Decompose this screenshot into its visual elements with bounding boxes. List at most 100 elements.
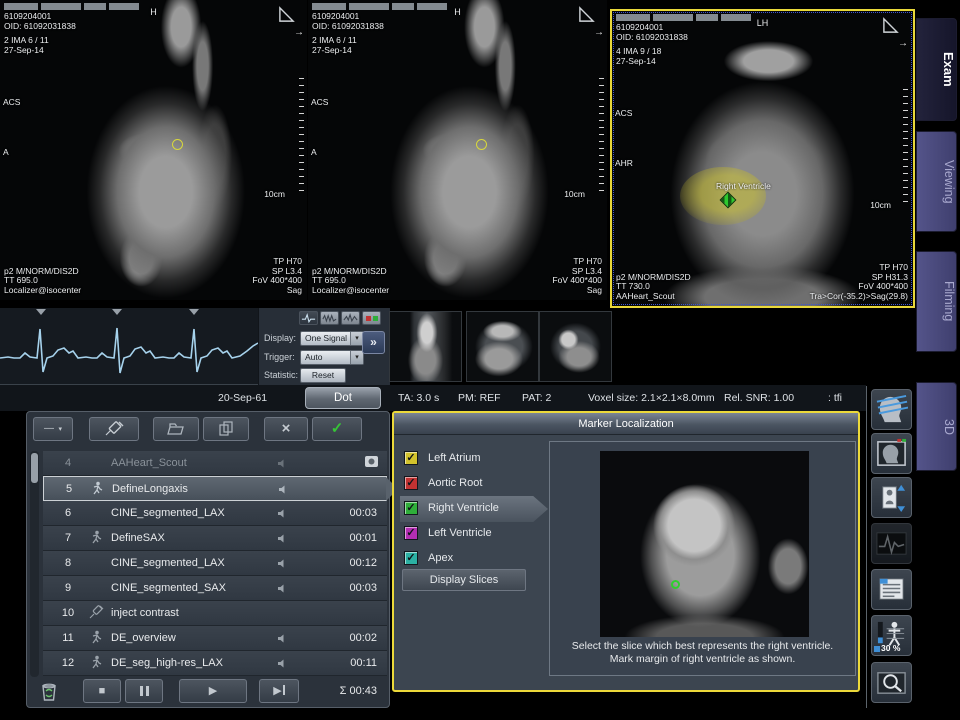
scan-date: 27-Sep-14 xyxy=(312,46,384,56)
queue-row-definesax[interactable]: 7 DefineSAX 00:01 xyxy=(43,526,387,551)
play-button[interactable]: ▶ xyxy=(179,679,247,703)
patient-move-icon xyxy=(875,481,908,514)
pan-arrow-icon[interactable]: → xyxy=(898,38,908,49)
checkbox-right-ventricle[interactable]: ✓ xyxy=(404,501,418,515)
checkbox-aortic-root[interactable]: ✓ xyxy=(404,476,418,490)
queue-row-cine-lax-2[interactable]: 8 CINE_segmented_LAX 00:12 xyxy=(43,551,387,576)
plane-label: Tra>Cor(-35.2)>Sag(29.8) xyxy=(810,292,908,302)
step-number: 9 xyxy=(57,582,79,594)
queue-row-de-seg-lax[interactable]: 12 DE_seg_high-res_LAX 00:11 xyxy=(43,651,387,676)
pan-arrow-icon[interactable]: → xyxy=(294,27,304,38)
folded-corner-icon[interactable] xyxy=(578,6,595,23)
ta-value: TA: 3.0 s xyxy=(398,392,439,404)
step-number: 10 xyxy=(57,607,79,619)
viewport-heart-active[interactable]: 6109204001 OID: 61092031838 4 IMA 9 / 18… xyxy=(610,9,915,308)
scale-label: 10cm xyxy=(870,201,891,211)
inject-contrast-button[interactable] xyxy=(89,417,139,441)
cancel-button[interactable]: × xyxy=(264,417,308,441)
signal-status-button[interactable] xyxy=(362,311,381,325)
skip-to-end-button[interactable]: ▶ xyxy=(259,679,299,703)
thumbnail-coronal[interactable] xyxy=(466,311,539,382)
tab-exam[interactable]: Exam xyxy=(916,18,957,121)
ecg-curve-button-1[interactable] xyxy=(299,311,318,325)
thumbnail-axial[interactable] xyxy=(539,311,612,382)
marker-label: Aortic Root xyxy=(428,477,482,489)
marker-item-apex[interactable]: ✓ Apex xyxy=(404,549,542,571)
queue-row-inject-contrast[interactable]: 10 inject contrast xyxy=(43,601,387,626)
queue-row-aaheart-scout[interactable]: 4 AAHeart_Scout xyxy=(43,451,387,476)
tab-viewing[interactable]: Viewing xyxy=(916,131,957,232)
display-slices-button[interactable]: Display Slices xyxy=(402,569,526,591)
image-browser-button[interactable] xyxy=(871,662,912,703)
viewport-localizer-1[interactable]: 6109204001 OID: 61092031838 2 IMA 6 / 11… xyxy=(0,0,307,300)
marker-item-left-ventricle[interactable]: ✓ Left Ventricle xyxy=(404,524,542,546)
scrollbar-thumb[interactable] xyxy=(31,453,38,483)
viewport-localizer-2[interactable]: 6109204001 OID: 61092031838 2 IMA 6 / 11… xyxy=(308,0,607,300)
ecg-curve-button-2[interactable] xyxy=(320,311,339,325)
sar-level-indicator xyxy=(874,646,880,652)
pan-arrow-icon[interactable]: → xyxy=(594,27,604,38)
chevron-down-icon[interactable]: ▾ xyxy=(350,351,363,364)
inline-display-button[interactable] xyxy=(871,433,912,474)
protocol-name: AAHeart_Scout xyxy=(616,292,691,302)
copy-protocol-button[interactable] xyxy=(203,417,249,441)
speaker-icon xyxy=(277,558,288,572)
rv-marker-label: Right Ventricle xyxy=(716,181,771,191)
marker-localization-dialog: Marker Localization ✓ Left Atrium ✓ Aort… xyxy=(392,411,860,692)
display-select[interactable]: One Signal ▾ xyxy=(300,331,364,346)
step-duration: 00:11 xyxy=(350,657,377,669)
queue-row-cine-lax[interactable]: 6 CINE_segmented_LAX 00:03 xyxy=(43,501,387,526)
sar-monitor-button[interactable]: 30 % xyxy=(871,615,912,656)
marker-item-right-ventricle-selected[interactable]: ✓ Right Ventricle xyxy=(404,499,542,521)
pause-button[interactable] xyxy=(125,679,163,703)
queue-options-split-button[interactable]: — ▾ xyxy=(33,417,73,441)
step-number: 5 xyxy=(58,483,80,495)
marker-item-left-atrium[interactable]: ✓ Left Atrium xyxy=(404,449,542,471)
physio-signal-button[interactable] xyxy=(871,523,912,564)
stop-button[interactable]: ■ xyxy=(83,679,121,703)
confirm-button[interactable]: ✓ xyxy=(312,417,362,441)
orientation-top-label: LH xyxy=(612,19,913,29)
marker-label: Left Ventricle xyxy=(428,527,492,539)
step-name: inject contrast xyxy=(111,607,179,619)
dot-button[interactable]: Dot xyxy=(305,387,381,409)
rv-margin-marker-icon xyxy=(671,580,680,589)
image-copy-icon[interactable] xyxy=(364,455,379,471)
folded-corner-icon[interactable] xyxy=(278,6,295,23)
orientation-top-label: H xyxy=(308,8,607,18)
tab-filming[interactable]: Filming xyxy=(916,251,957,352)
marker-item-aortic-root[interactable]: ✓ Aortic Root xyxy=(404,474,542,496)
checkbox-left-ventricle[interactable]: ✓ xyxy=(404,526,418,540)
checkbox-apex[interactable]: ✓ xyxy=(404,551,418,565)
expand-physio-button[interactable]: » xyxy=(362,331,385,354)
scan-date: 27-Sep-14 xyxy=(4,46,76,56)
trash-icon[interactable] xyxy=(39,681,59,707)
orientation-left-label-2: A xyxy=(311,148,317,158)
magnifier-icon xyxy=(875,666,908,699)
folded-corner-icon[interactable] xyxy=(882,17,899,34)
checkbox-left-atrium[interactable]: ✓ xyxy=(404,451,418,465)
trigger-select[interactable]: Auto ▾ xyxy=(300,350,364,365)
queue-row-de-overview[interactable]: 11 DE_overview 00:02 xyxy=(43,626,387,651)
open-protocol-button[interactable] xyxy=(153,417,199,441)
oid-label: OID: 61092031838 xyxy=(312,22,384,32)
reset-button[interactable]: Reset xyxy=(300,368,346,383)
pat-value: PAT: 2 xyxy=(522,392,551,404)
queue-row-definelongaxis-selected[interactable]: 5 DefineLongaxis xyxy=(43,476,387,501)
report-button[interactable] xyxy=(871,569,912,610)
protocol-queue-panel: — ▾ × xyxy=(26,411,390,708)
queue-scrollbar[interactable] xyxy=(30,451,39,677)
queue-row-cine-sax[interactable]: 9 CINE_segmented_SAX 00:03 xyxy=(43,576,387,601)
transport-controls: ■ ▶ ▶ Σ 00:43 xyxy=(27,676,389,707)
speaker-icon xyxy=(277,533,288,547)
plane-label: Sag xyxy=(252,286,302,296)
thumbnail-sagittal[interactable] xyxy=(389,311,462,382)
protocol-name: Localizer@isocenter xyxy=(312,286,389,296)
tab-3d[interactable]: 3D xyxy=(916,382,957,471)
patient-reposition-button[interactable] xyxy=(871,477,912,518)
trigger-marker-icon xyxy=(112,309,122,315)
document-icon xyxy=(875,573,908,606)
slice-positioning-button[interactable] xyxy=(871,389,912,430)
status-bar: 20-Sep-61 TA: 3.0 s PM: REF PAT: 2 Voxel… xyxy=(0,385,866,411)
ecg-curve-button-3[interactable] xyxy=(341,311,360,325)
